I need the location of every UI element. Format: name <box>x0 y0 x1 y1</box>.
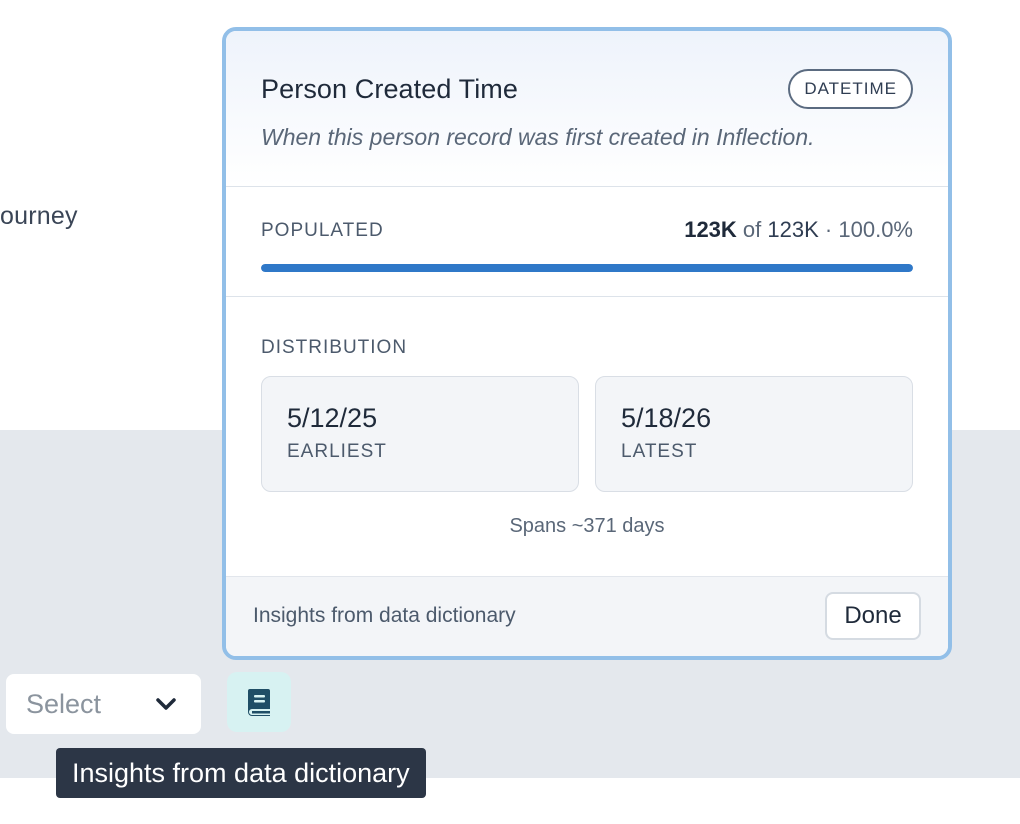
populated-percent: 100.0% <box>838 217 913 242</box>
book-icon <box>248 689 270 716</box>
populated-total: 123K <box>767 217 819 242</box>
populated-count: 123K <box>684 217 737 242</box>
type-badge: DATETIME <box>788 69 913 109</box>
populated-progress-bar <box>261 264 913 272</box>
populated-section: POPULATED 123K of 123K · 100.0% <box>226 186 948 297</box>
popover-header: Person Created Time DATETIME When this p… <box>226 31 948 187</box>
done-button[interactable]: Done <box>825 592 921 640</box>
earliest-value: 5/12/25 <box>287 403 378 433</box>
popover-footer: Insights from data dictionary Done <box>226 576 948 656</box>
populated-label: POPULATED <box>261 220 384 241</box>
latest-label: LATEST <box>621 441 698 462</box>
earliest-card: 5/12/25 EARLIEST <box>261 376 579 492</box>
field-title: Person Created Time <box>261 74 519 104</box>
journey-text: ourney <box>0 202 78 230</box>
field-insights-popover: Person Created Time DATETIME When this p… <box>222 27 952 660</box>
footer-text: Insights from data dictionary <box>253 604 516 627</box>
populated-separator: · <box>824 217 833 242</box>
span-text: Spans ~371 days <box>509 515 665 537</box>
latest-value: 5/18/26 <box>621 403 712 433</box>
chevron-down-icon <box>156 698 176 710</box>
field-description: When this person record was first create… <box>261 124 815 150</box>
select-value: Select <box>26 688 102 719</box>
latest-card: 5/18/26 LATEST <box>595 376 913 492</box>
data-dictionary-button[interactable] <box>227 672 291 732</box>
distribution-label: DISTRIBUTION <box>261 337 408 358</box>
distribution-section: DISTRIBUTION 5/12/25 EARLIEST 5/18/26 LA… <box>226 297 948 577</box>
populated-of: of <box>742 217 762 242</box>
populated-progress-fill <box>261 264 913 272</box>
earliest-label: EARLIEST <box>287 441 387 462</box>
select-dropdown[interactable]: Select <box>6 674 201 734</box>
tooltip: Insights from data dictionary <box>56 748 426 798</box>
populated-stats: 123K of 123K · 100.0% <box>684 217 913 243</box>
